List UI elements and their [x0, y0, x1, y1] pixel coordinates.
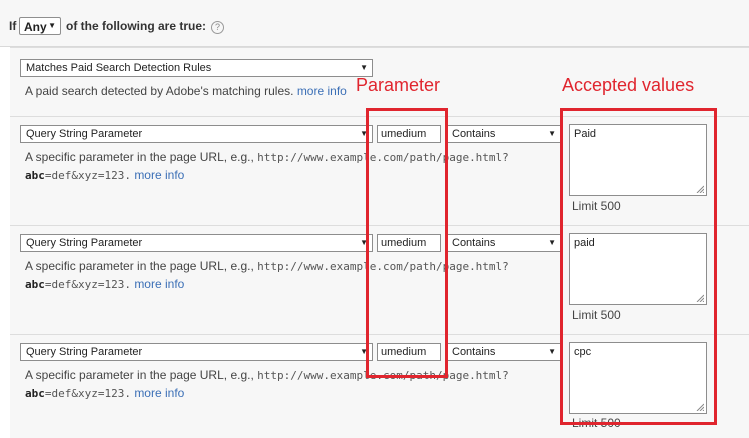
description-text: A specific parameter in the page URL, e.…: [25, 368, 254, 382]
abc-text: abc: [25, 169, 45, 182]
condition-suffix: of the following are true:: [66, 19, 206, 33]
if-label: If: [9, 19, 17, 33]
operator-select[interactable]: Contains ▼: [446, 234, 561, 252]
rule-description-line2: abc=def&xyz=123. more info: [25, 384, 184, 403]
operator-select[interactable]: Contains ▼: [446, 125, 561, 143]
query-example: =def&xyz=123.: [44, 387, 131, 400]
abc-text: abc: [25, 278, 45, 291]
rule-description: A paid search detected by Adobe's matchi…: [25, 82, 347, 100]
rule-type-select[interactable]: Query String Parameter ▼: [20, 343, 373, 361]
rule-description-line2: abc=def&xyz=123. more info: [25, 166, 184, 185]
description-text: A paid search detected by Adobe's matchi…: [25, 84, 294, 98]
match-mode-select[interactable]: Any ▼: [19, 17, 61, 35]
rule-type-select[interactable]: Query String Parameter ▼: [20, 125, 373, 143]
operator-select[interactable]: Contains ▼: [446, 343, 561, 361]
question-icon[interactable]: ?: [211, 21, 224, 34]
chevron-down-icon: ▼: [48, 21, 56, 30]
rule-type-value: Query String Parameter: [26, 128, 143, 140]
rule-type-value: Matches Paid Search Detection Rules: [26, 62, 212, 74]
more-info-link[interactable]: more info: [134, 386, 184, 400]
rule-type-value: Query String Parameter: [26, 346, 143, 358]
parameter-annotation-label: Parameter: [356, 75, 441, 95]
description-text: A specific parameter in the page URL, e.…: [25, 150, 254, 164]
more-info-link[interactable]: more info: [297, 84, 347, 98]
chevron-down-icon: ▼: [548, 347, 556, 356]
match-mode-value: Any: [24, 20, 47, 34]
abc-text: abc: [25, 387, 45, 400]
rule-type-select[interactable]: Query String Parameter ▼: [20, 234, 373, 252]
parameter-annotation-box: [366, 108, 448, 378]
operator-value: Contains: [452, 346, 496, 358]
operator-value: Contains: [452, 237, 496, 249]
rule-description-line2: abc=def&xyz=123. more info: [25, 275, 184, 294]
chevron-down-icon: ▼: [360, 63, 368, 72]
condition-header: If Any ▼ of the following are true: ?: [0, 0, 749, 47]
accepted-values-annotation-label: Accepted values: [562, 75, 695, 95]
rule-type-select[interactable]: Matches Paid Search Detection Rules ▼: [20, 59, 373, 77]
operator-value: Contains: [452, 128, 496, 140]
chevron-down-icon: ▼: [548, 238, 556, 247]
query-example: =def&xyz=123.: [44, 169, 131, 182]
description-text: A specific parameter in the page URL, e.…: [25, 259, 254, 273]
more-info-link[interactable]: more info: [134, 168, 184, 182]
rule-type-value: Query String Parameter: [26, 237, 143, 249]
chevron-down-icon: ▼: [548, 129, 556, 138]
accepted-values-annotation-box: [560, 108, 717, 425]
more-info-link[interactable]: more info: [134, 277, 184, 291]
query-example: =def&xyz=123.: [44, 278, 131, 291]
